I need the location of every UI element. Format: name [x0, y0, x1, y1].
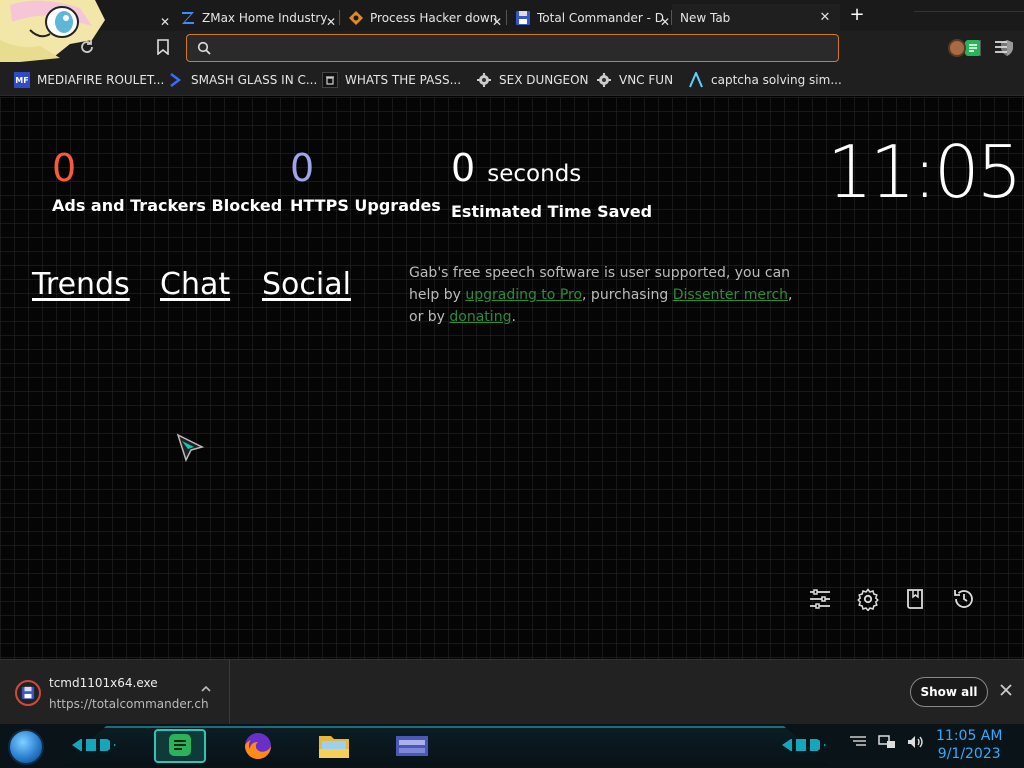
time-saved-caption: Estimated Time Saved — [451, 202, 653, 221]
network-icon[interactable] — [878, 734, 896, 754]
tab-label: Process Hacker down — [370, 10, 498, 25]
bookmark-item[interactable]: captcha solving sim... — [688, 71, 842, 89]
taskbar-app-file-explorer[interactable] — [310, 729, 362, 763]
close-icon[interactable] — [998, 683, 1014, 699]
chevron-logo-icon — [168, 72, 184, 88]
tab-separator — [671, 10, 672, 25]
taskbar-app-gab-browser[interactable] — [154, 729, 206, 763]
tab-separator — [339, 10, 340, 25]
trends-link[interactable]: Trends — [32, 267, 130, 302]
gear-robot-icon — [476, 72, 492, 88]
download-filename: tcmd1101x64.exe — [49, 676, 158, 690]
taskbar-decoration — [72, 739, 116, 751]
stat-ads-blocked: 0 Ads and Trackers Blocked — [52, 147, 282, 215]
https-upgrades-count: 0 — [290, 146, 315, 190]
bookmark-label: VNC FUN — [619, 73, 674, 87]
taskbar: 11:05 AM 9/1/2023 — [0, 724, 1024, 768]
mf-icon: MF — [14, 72, 30, 88]
bookmark-item[interactable]: SMASH GLASS IN C... — [168, 71, 317, 89]
floppy-icon — [15, 680, 41, 706]
gear-robot-icon — [596, 72, 612, 88]
taskbar-clock[interactable]: 11:05 AM 9/1/2023 — [936, 727, 1002, 763]
process-hacker-icon — [348, 10, 364, 26]
tab-new-tab[interactable]: New Tab ✕ — [672, 4, 840, 31]
tab-process-hacker[interactable]: Process Hacker down — [340, 4, 508, 31]
bookmarks-bar: MF MEDIAFIRE ROULET... SMASH GLASS IN C.… — [0, 64, 1024, 96]
gab-extension-icon[interactable] — [965, 40, 981, 56]
stat-https-upgrades: 0 HTTPS Upgrades — [290, 147, 441, 215]
bookmark-item[interactable]: SEX DUNGEON — [476, 71, 589, 89]
tab-label: ZMax Home Industry — [202, 10, 328, 25]
menu-icon[interactable] — [994, 39, 1008, 55]
browser-toolbar — [0, 31, 1024, 64]
bookmark-item[interactable]: VNC FUN — [596, 71, 673, 89]
tab-strip: ZMax Home Industry ✕ ✕ Process Hacker do… — [0, 0, 1024, 31]
gab-support-message: Gab's free speech software is user suppo… — [409, 262, 809, 328]
settings-gear-icon[interactable] — [856, 587, 880, 612]
show-all-button[interactable]: Show all — [910, 677, 988, 707]
volume-icon[interactable] — [906, 734, 924, 754]
address-bar[interactable] — [186, 34, 1013, 62]
search-icon — [197, 41, 211, 55]
chevron-up-icon[interactable] — [199, 683, 213, 697]
mouse-cursor-icon — [176, 433, 204, 462]
chat-link[interactable]: Chat — [160, 267, 230, 302]
time-saved-value: 0 seconds — [451, 147, 652, 195]
https-upgrades-caption: HTTPS Upgrades — [290, 196, 441, 215]
download-item[interactable]: tcmd1101x64.exe https://totalcommander.c… — [0, 660, 230, 725]
tab-separator — [506, 10, 507, 25]
bookmark-label: SEX DUNGEON — [499, 73, 589, 87]
dissenter-merch-link[interactable]: Dissenter merch — [673, 287, 788, 303]
toolbar-separator — [980, 40, 981, 56]
ads-blocked-count: 0 — [52, 146, 77, 190]
z-logo-icon — [180, 10, 196, 26]
bookmark-label: MEDIAFIRE ROULET... — [37, 73, 165, 87]
stat-time-saved: 0 seconds Estimated Time Saved — [451, 147, 652, 221]
taskbar-date: 9/1/2023 — [937, 746, 1001, 762]
ntp-clock: 11:05 — [827, 130, 1022, 214]
window-frame-decoration — [914, 0, 1024, 12]
expand-tray-icon[interactable] — [848, 734, 868, 754]
download-bar: tcmd1101x64.exe https://totalcommander.c… — [0, 659, 1024, 725]
tab-close-icon[interactable]: ✕ — [818, 10, 832, 25]
time-saved-number: 0 — [451, 146, 476, 190]
upgrade-pro-link[interactable]: upgrading to Pro — [465, 287, 582, 303]
ads-blocked-caption: Ads and Trackers Blocked — [52, 196, 283, 215]
tab-label: Total Commander - D — [537, 10, 665, 25]
bookmarks-book-icon[interactable] — [904, 587, 928, 611]
tab-label: New Tab — [680, 10, 731, 25]
new-tab-button[interactable]: + — [846, 5, 868, 27]
taskbar-app-total-commander[interactable] — [388, 729, 440, 763]
support-text: , purchasing — [582, 287, 669, 303]
mascot-avatar-image — [0, 0, 105, 62]
address-input[interactable] — [219, 37, 779, 59]
donate-link[interactable]: donating — [449, 309, 511, 325]
social-link[interactable]: Social — [262, 267, 351, 302]
taskbar-app-firefox[interactable] — [234, 729, 286, 763]
bookmark-page-icon[interactable] — [156, 39, 170, 56]
taskbar-decoration — [782, 739, 826, 751]
bookmark-item[interactable]: MF MEDIAFIRE ROULET... — [14, 71, 164, 89]
time-saved-unit: seconds — [487, 161, 582, 187]
bin-icon — [322, 72, 338, 88]
history-clock-icon[interactable] — [952, 587, 976, 611]
floppy-icon — [515, 10, 531, 26]
support-text: . — [511, 309, 516, 325]
a-logo-icon — [688, 72, 704, 88]
tab-zmax[interactable]: ZMax Home Industry — [172, 4, 340, 31]
new-tab-page: 0 Ads and Trackers Blocked 0 HTTPS Upgra… — [0, 97, 1024, 659]
bookmark-label: WHATS THE PASS... — [345, 73, 462, 87]
customize-sliders-icon[interactable] — [808, 587, 832, 611]
taskbar-time: 11:05 AM — [936, 728, 1003, 744]
profile-avatar[interactable] — [948, 39, 966, 57]
tab-total-commander[interactable]: Total Commander - D — [507, 4, 675, 31]
bookmark-label: captcha solving sim... — [711, 73, 842, 87]
system-tray — [848, 734, 924, 754]
start-button[interactable] — [8, 729, 44, 765]
download-source: https://totalcommander.ch — [49, 697, 209, 711]
bookmark-item[interactable]: WHATS THE PASS... — [322, 71, 461, 89]
bookmark-label: SMASH GLASS IN C... — [191, 73, 318, 87]
